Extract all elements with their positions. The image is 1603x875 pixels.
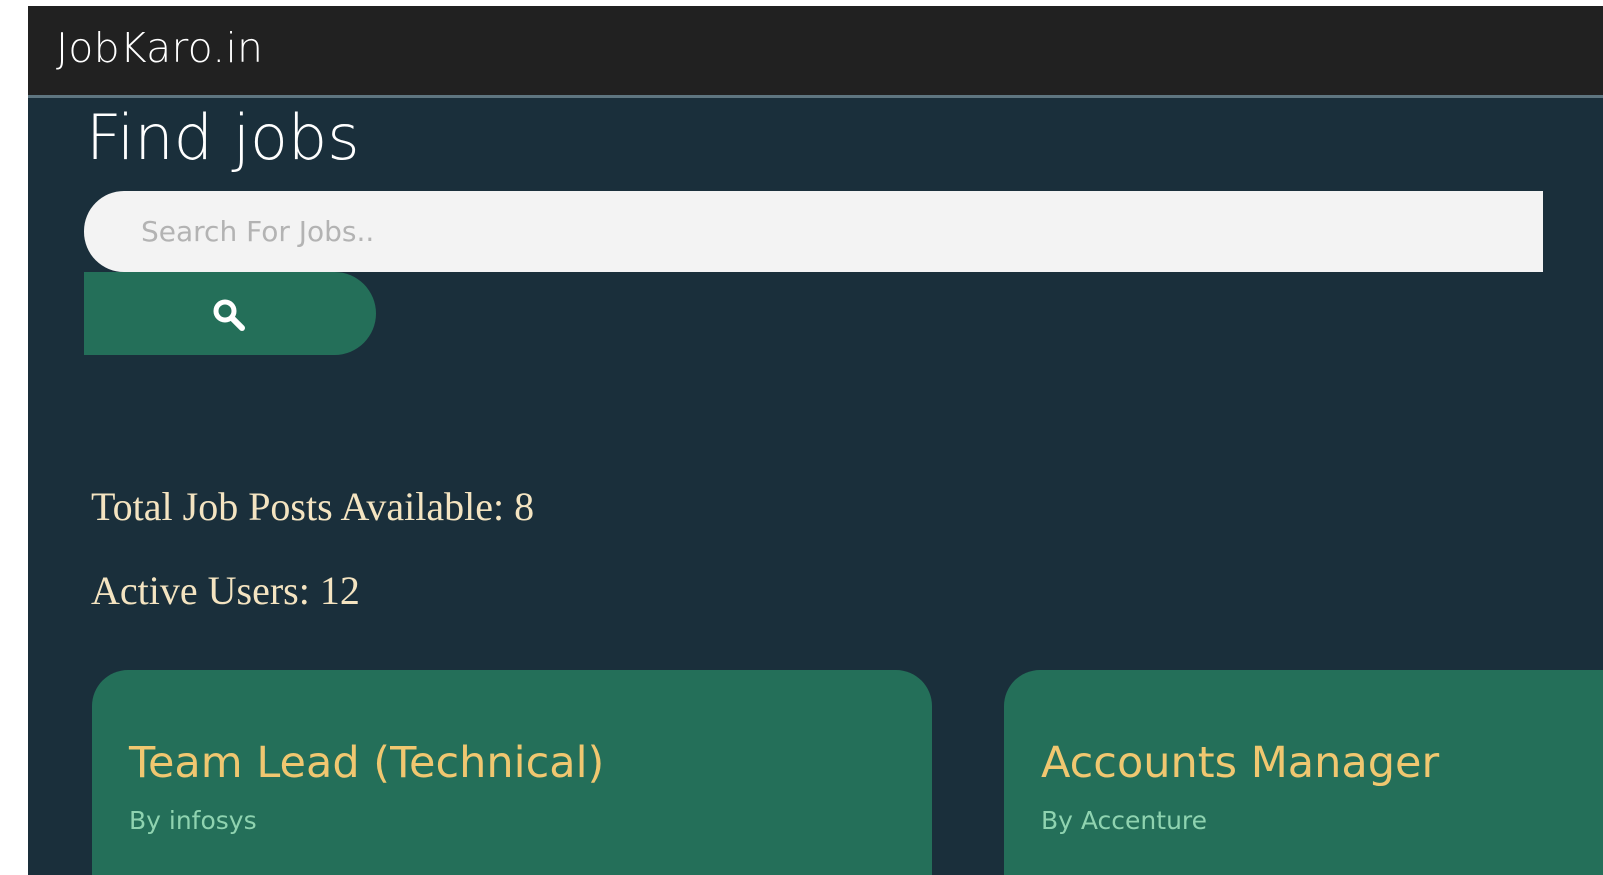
total-job-posts-stat: Total Job Posts Available: 8 (91, 484, 535, 529)
navbar: JobKaro.in (28, 6, 1603, 98)
job-title[interactable]: Team Lead (Technical) (129, 738, 604, 788)
job-company: By infosys (129, 806, 257, 835)
search-icon (213, 299, 245, 331)
brand-logo[interactable]: JobKaro.in (56, 24, 263, 72)
search-input[interactable] (84, 191, 1543, 272)
page-title: Find jobs (86, 101, 360, 174)
active-users-stat: Active Users: 12 (91, 568, 360, 613)
job-company: By Accenture (1041, 806, 1208, 835)
job-card[interactable]: Accounts Manager By Accenture (1004, 670, 1603, 875)
search-button[interactable] (84, 272, 376, 355)
job-title[interactable]: Accounts Manager (1041, 738, 1439, 788)
job-card[interactable]: Team Lead (Technical) By infosys (92, 670, 932, 875)
app-frame: JobKaro.in Find jobs Total Job Posts Ava… (28, 6, 1603, 875)
